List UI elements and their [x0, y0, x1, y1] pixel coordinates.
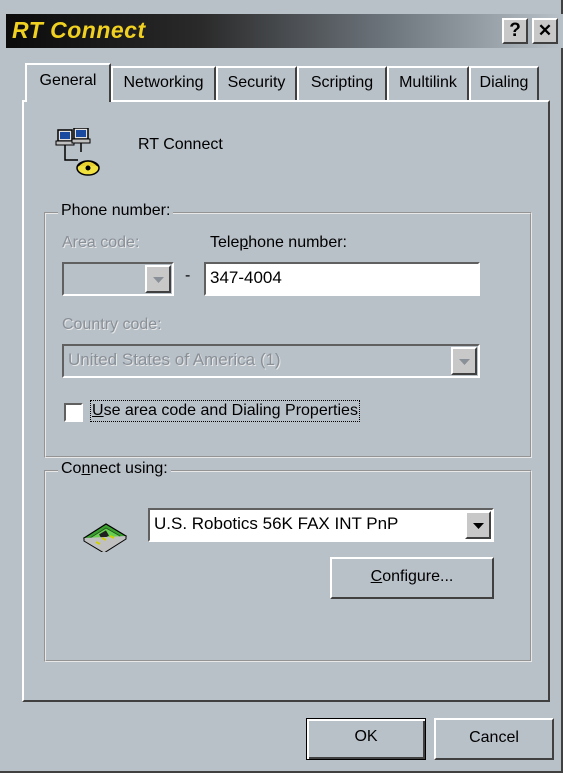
connection-name: RT Connect — [138, 136, 223, 153]
title-bar[interactable]: RT Connect ? ✕ — [6, 14, 563, 48]
tab-scripting[interactable]: Scripting — [297, 66, 387, 100]
chevron-down-icon — [459, 359, 470, 365]
telephone-number-input[interactable]: 347-4004 — [204, 262, 480, 296]
configure-button[interactable]: Configure... — [330, 557, 494, 599]
connect-using-legend: Connect using: — [58, 460, 171, 478]
phone-number-group: Phone number: Area code: Telephone numbe… — [44, 202, 532, 458]
chevron-down-icon — [473, 523, 484, 529]
country-code-select: United States of America (1) — [62, 344, 480, 378]
use-area-code-label[interactable]: Use area code and Dialing Properties — [90, 400, 360, 422]
device-select[interactable]: U.S. Robotics 56K FAX INT PnP — [148, 508, 494, 542]
phone-number-legend: Phone number: — [58, 202, 174, 220]
area-code-select — [62, 262, 174, 296]
device-dropdown-button[interactable] — [465, 511, 491, 539]
help-button[interactable]: ? — [502, 18, 528, 44]
window-title: RT Connect — [12, 17, 146, 43]
area-code-label: Area code: — [62, 234, 140, 251]
tab-dialing[interactable]: Dialing — [469, 66, 539, 100]
tab-multilink[interactable]: Multilink — [387, 66, 469, 100]
cancel-button[interactable]: Cancel — [434, 718, 554, 760]
tab-security[interactable]: Security — [216, 66, 297, 100]
country-code-dropdown-button — [451, 347, 477, 375]
chevron-down-icon — [153, 277, 164, 283]
close-button[interactable]: ✕ — [532, 18, 558, 44]
modem-card-icon — [82, 516, 128, 557]
tab-panel-general: RT Connect Phone number: Area code: Tele… — [22, 100, 550, 702]
connect-using-group: Connect using: U.S. Robotics 56K FAX INT… — [44, 460, 532, 662]
dialup-network-icon — [54, 127, 100, 185]
telephone-number-label: Telephone number: — [210, 234, 347, 251]
dialog-window: RT Connect ? ✕ General Networking Securi… — [0, 0, 563, 773]
area-code-dash: - — [185, 267, 191, 284]
tab-networking[interactable]: Networking — [111, 66, 216, 100]
ok-button[interactable]: OK — [306, 718, 426, 760]
area-code-dropdown-button — [145, 265, 171, 293]
tab-general[interactable]: General — [25, 63, 111, 102]
use-area-code-checkbox[interactable] — [64, 403, 83, 422]
country-code-label: Country code: — [62, 316, 162, 333]
device-value: U.S. Robotics 56K FAX INT PnP — [154, 514, 399, 533]
